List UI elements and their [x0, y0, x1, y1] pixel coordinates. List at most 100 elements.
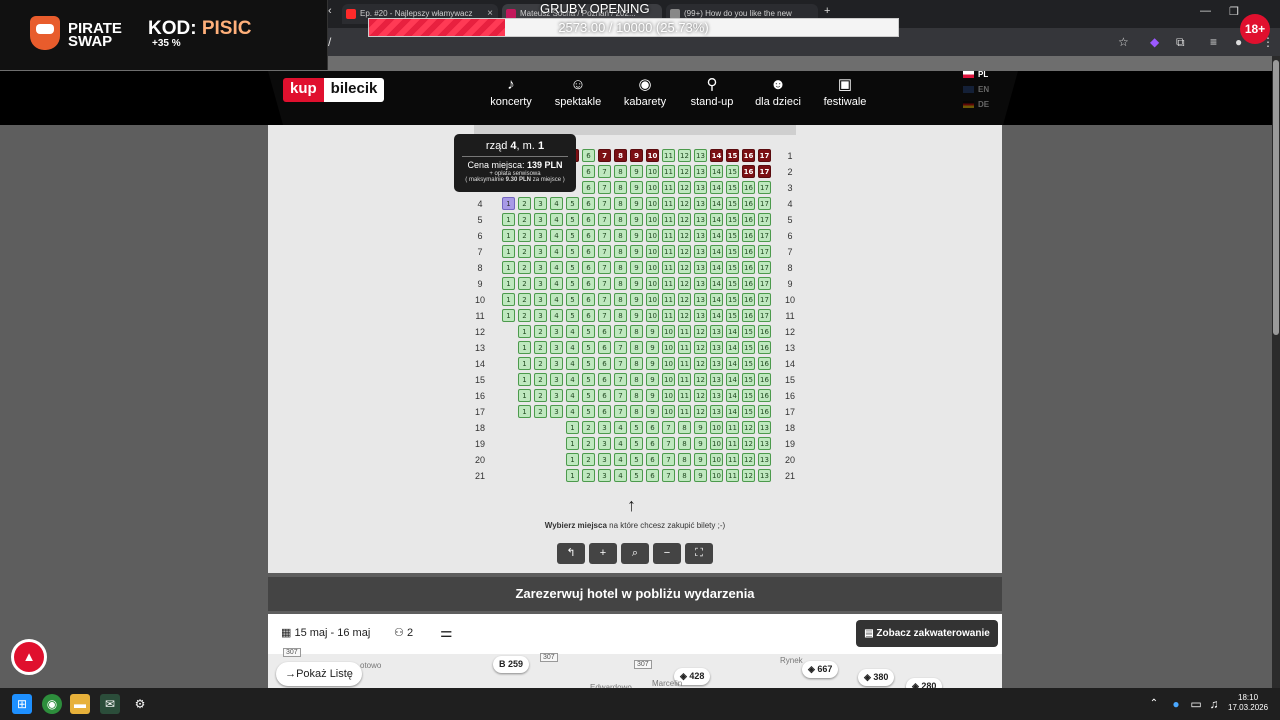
- seat[interactable]: 9: [646, 341, 659, 354]
- seat[interactable]: 7: [662, 437, 675, 450]
- seat[interactable]: 3: [598, 469, 611, 482]
- seat[interactable]: 13: [694, 213, 707, 226]
- seat[interactable]: 6: [582, 197, 595, 210]
- seat[interactable]: 15: [726, 213, 739, 226]
- seat[interactable]: 11: [662, 261, 675, 274]
- seat[interactable]: 1: [502, 229, 515, 242]
- map-price-pin[interactable]: ◈ 667: [802, 661, 839, 678]
- seat[interactable]: 3: [534, 277, 547, 290]
- seat[interactable]: 1: [518, 325, 531, 338]
- seat[interactable]: 2: [582, 453, 595, 466]
- seat[interactable]: 3: [534, 213, 547, 226]
- seat[interactable]: 6: [598, 405, 611, 418]
- seat[interactable]: 9: [630, 245, 643, 258]
- seat[interactable]: 5: [566, 197, 579, 210]
- seat[interactable]: 5: [582, 373, 595, 386]
- seat[interactable]: 8: [614, 277, 627, 290]
- show-list-button[interactable]: →Pokaż Listę: [276, 662, 362, 686]
- seat[interactable]: 7: [614, 325, 627, 338]
- seat[interactable]: 3: [534, 245, 547, 258]
- filter-sliders-icon[interactable]: ⚌: [440, 624, 453, 641]
- tab-scroll-left-icon[interactable]: ‹: [328, 5, 332, 17]
- seat[interactable]: 6: [646, 453, 659, 466]
- seat[interactable]: 7: [598, 213, 611, 226]
- seat[interactable]: 6: [582, 213, 595, 226]
- seat[interactable]: 9: [630, 309, 643, 322]
- seat[interactable]: 5: [582, 389, 595, 402]
- maximize-icon[interactable]: ❐: [1229, 5, 1239, 18]
- seat[interactable]: 17: [758, 229, 771, 242]
- seat[interactable]: 4: [566, 341, 579, 354]
- seat[interactable]: 3: [534, 229, 547, 242]
- seat[interactable]: 4: [566, 405, 579, 418]
- nav-koncerty[interactable]: ♪ koncerty: [476, 74, 546, 108]
- seat[interactable]: 2: [534, 405, 547, 418]
- seat[interactable]: 2: [518, 261, 531, 274]
- seat[interactable]: 8: [630, 373, 643, 386]
- seat[interactable]: 14: [726, 405, 739, 418]
- seat[interactable]: 15: [726, 309, 739, 322]
- seat[interactable]: 15: [742, 405, 755, 418]
- seat[interactable]: 10: [646, 213, 659, 226]
- seat[interactable]: 12: [742, 453, 755, 466]
- seat[interactable]: 10: [662, 373, 675, 386]
- seat[interactable]: 15: [726, 197, 739, 210]
- seat[interactable]: 17: [758, 213, 771, 226]
- seat[interactable]: 8: [678, 437, 691, 450]
- seat[interactable]: 2: [518, 213, 531, 226]
- seat[interactable]: 6: [598, 389, 611, 402]
- seat[interactable]: 3: [598, 421, 611, 434]
- seat[interactable]: 14: [710, 309, 723, 322]
- seat[interactable]: 4: [614, 437, 627, 450]
- seat[interactable]: 11: [726, 453, 739, 466]
- seat[interactable]: 3: [550, 389, 563, 402]
- seat[interactable]: 11: [726, 421, 739, 434]
- seat[interactable]: 4: [550, 309, 563, 322]
- seat[interactable]: 11: [662, 309, 675, 322]
- seat[interactable]: 11: [662, 165, 675, 178]
- seat[interactable]: 3: [550, 357, 563, 370]
- seat[interactable]: 12: [678, 149, 691, 162]
- seat[interactable]: 12: [694, 325, 707, 338]
- seat[interactable]: 16: [742, 229, 755, 242]
- seat[interactable]: 12: [678, 261, 691, 274]
- seat[interactable]: 6: [582, 165, 595, 178]
- seat[interactable]: 15: [742, 389, 755, 402]
- seat[interactable]: 8: [630, 357, 643, 370]
- seat[interactable]: 1: [518, 341, 531, 354]
- seat[interactable]: 10: [662, 405, 675, 418]
- seat[interactable]: 11: [726, 437, 739, 450]
- seat[interactable]: 9: [694, 437, 707, 450]
- microphone-tray-icon[interactable]: ●: [1166, 694, 1186, 714]
- seat[interactable]: 5: [630, 421, 643, 434]
- seat[interactable]: 5: [630, 437, 643, 450]
- seat[interactable]: 14: [710, 197, 723, 210]
- seat[interactable]: 9: [630, 261, 643, 274]
- seat[interactable]: 9: [630, 293, 643, 306]
- seat[interactable]: 13: [710, 341, 723, 354]
- nav-kabarety[interactable]: ◉ kabarety: [610, 74, 680, 108]
- seat[interactable]: 14: [710, 181, 723, 194]
- seat[interactable]: 4: [550, 245, 563, 258]
- seat[interactable]: 16: [742, 181, 755, 194]
- seat[interactable]: 5: [566, 293, 579, 306]
- seat[interactable]: 5: [582, 341, 595, 354]
- map-price-pin[interactable]: ◈ 380: [858, 669, 895, 686]
- seat[interactable]: 7: [662, 421, 675, 434]
- seat[interactable]: 10: [662, 325, 675, 338]
- seat[interactable]: 7: [662, 469, 675, 482]
- seat[interactable]: 11: [678, 373, 691, 386]
- seat[interactable]: 6: [598, 357, 611, 370]
- zoom-out-button[interactable]: ⌕: [621, 543, 649, 564]
- seat[interactable]: 13: [694, 165, 707, 178]
- seat[interactable]: 9: [630, 197, 643, 210]
- seat[interactable]: 11: [678, 405, 691, 418]
- puzzle-extensions-icon[interactable]: ⧉: [1176, 35, 1185, 50]
- seat[interactable]: 6: [582, 149, 595, 162]
- reading-list-icon[interactable]: ≡: [1210, 35, 1217, 49]
- seat[interactable]: 16: [758, 389, 771, 402]
- seat[interactable]: 13: [710, 389, 723, 402]
- seat[interactable]: 10: [710, 437, 723, 450]
- seat[interactable]: 12: [678, 309, 691, 322]
- seat[interactable]: 13: [694, 245, 707, 258]
